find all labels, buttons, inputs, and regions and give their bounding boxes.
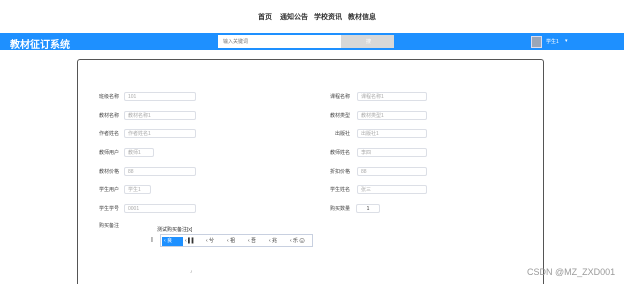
editor-toolbar: ‹ 良 ‹ ▌▌ ‹ 兮 ‹ 祖 ‹ 吾 ‹ 兆 ‹ 乐 [160, 234, 313, 247]
student-id-field[interactable]: 0001 [124, 204, 196, 213]
textbook-price-field[interactable]: 88 [124, 167, 196, 176]
toolbar-button-7[interactable]: ‹ 乐 [290, 237, 298, 246]
publisher-label: 出版社 [334, 131, 350, 137]
textbook-price-label: 教材价格 [99, 169, 120, 175]
header-bar: 教材征订系统 搜 学生1 ▾ [0, 33, 624, 51]
toolbar-button-2[interactable]: ‹ ▌▌ [185, 237, 195, 246]
search-button-label: 搜 [366, 39, 372, 45]
teacher-user-label: 教师用户 [99, 150, 120, 156]
teacher-user-field[interactable]: 教师1 [124, 148, 154, 157]
emoji-icon[interactable]: ☺ [298, 236, 306, 245]
author-name-label: 作者姓名 [99, 131, 120, 137]
purchase-remark-label: 购买备注 [99, 223, 120, 229]
purchase-form: 班级名称 101 教材名称 教材名称1 作者姓名 作者姓名1 教师用户 教师1 … [77, 59, 544, 284]
student-name-field[interactable]: 张三 [357, 185, 427, 194]
student-user-field[interactable]: 学生1 [124, 185, 151, 194]
top-navigation: 首页 通知公告 学校资讯 教材信息 [0, 0, 624, 33]
toolbar-button-4[interactable]: ‹ 祖 [227, 237, 235, 246]
toolbar-button-3[interactable]: ‹ 兮 [206, 237, 214, 246]
site-logo[interactable]: 教材征订系统 [10, 36, 70, 51]
publisher-field[interactable]: 出版社1 [357, 129, 427, 138]
csdn-watermark: CSDN @MZ_ZXD001 [527, 267, 616, 277]
teacher-name-label: 教师姓名 [329, 150, 350, 156]
user-name[interactable]: 学生1 [546, 38, 559, 45]
course-name-label: 课程名称 [329, 94, 350, 100]
text-cursor-icon: I [151, 237, 153, 244]
search-input[interactable] [218, 35, 341, 48]
student-id-label: 学生学号 [99, 206, 120, 212]
class-name-label: 班级名称 [99, 94, 120, 100]
nav-notice-link[interactable]: 通知公告 [280, 12, 308, 22]
toolbar-button-6[interactable]: ‹ 兆 [269, 237, 277, 246]
student-user-label: 学生用户 [99, 187, 120, 193]
discount-price-field[interactable]: 88 [357, 167, 427, 176]
avatar[interactable] [531, 36, 542, 48]
student-name-label: 学生姓名 [329, 187, 350, 193]
page-scrollbar[interactable] [614, 50, 624, 284]
quantity-stepper[interactable]: 1 [356, 204, 380, 213]
discount-price-label: 折扣价格 [329, 169, 350, 175]
textbook-name-label: 教材名称 [99, 113, 120, 119]
textbook-name-field[interactable]: 教材名称1 [124, 111, 196, 120]
nav-textbook-info-link[interactable]: 教材信息 [348, 12, 376, 22]
textbook-type-label: 教材类型 [329, 113, 350, 119]
toolbar-button-1[interactable]: ‹ 良 [162, 237, 183, 246]
textbook-type-field[interactable]: 教材类型1 [357, 111, 427, 120]
class-name-field[interactable]: 101 [124, 92, 196, 101]
purchase-quantity-label: 购买数量 [329, 206, 350, 212]
toolbar-button-5[interactable]: ‹ 吾 [248, 237, 256, 246]
nav-home-link[interactable]: 首页 [258, 12, 272, 22]
teacher-name-field[interactable]: 李四 [357, 148, 427, 157]
chevron-down-icon[interactable]: ▾ [565, 38, 568, 44]
search-button[interactable]: 搜 [341, 35, 394, 48]
editor-small-icon: ♪ [190, 269, 193, 275]
remark-editor-text[interactable]: 测试购买备注[x] [157, 226, 192, 233]
course-name-field[interactable]: 课程名称1 [357, 92, 427, 101]
nav-school-news-link[interactable]: 学校资讯 [314, 12, 342, 22]
author-name-field[interactable]: 作者姓名1 [124, 129, 196, 138]
